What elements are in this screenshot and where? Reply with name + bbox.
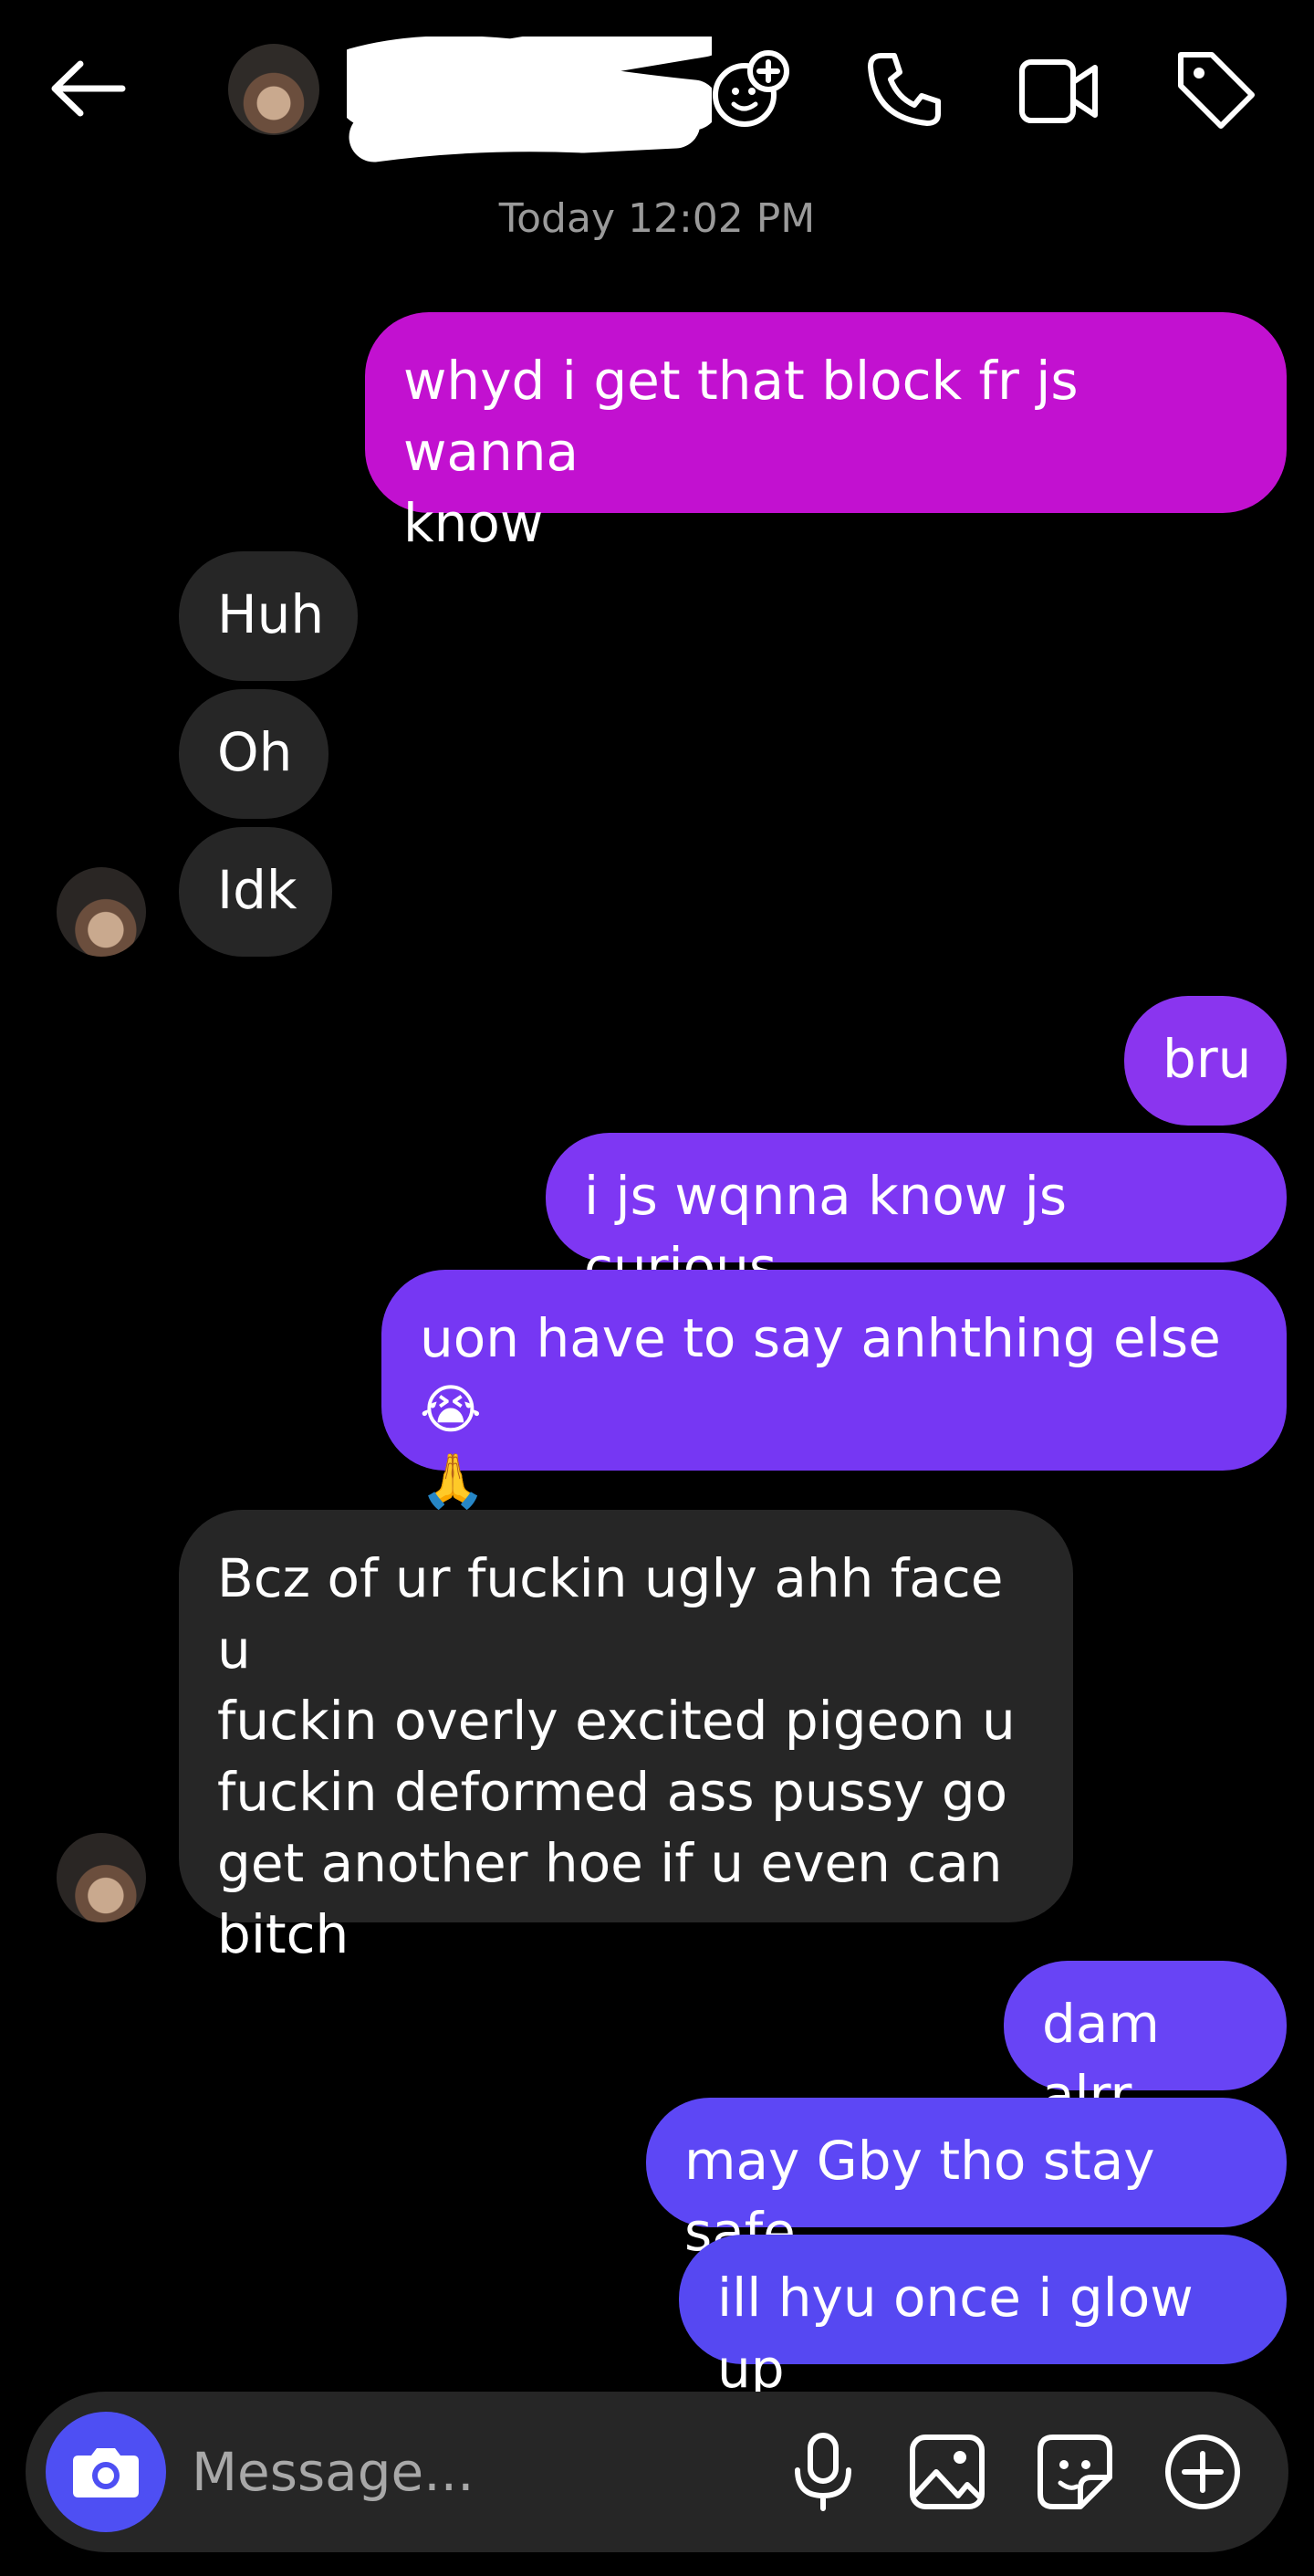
message-out[interactable]: uon have to say anhthing else😭 🙏 [381, 1270, 1287, 1512]
gallery-icon[interactable] [907, 2432, 987, 2512]
message-out[interactable]: i js wqnna know js curious [546, 1133, 1287, 1298]
tag-icon[interactable] [1173, 47, 1257, 131]
message-out[interactable]: ill hyu once i glow up [679, 2235, 1287, 2400]
effects-icon[interactable] [710, 47, 792, 130]
video-icon[interactable] [1018, 57, 1100, 126]
camera-icon [73, 2448, 139, 2497]
message-in[interactable]: Idk [179, 827, 332, 957]
plus-icon[interactable] [1163, 2432, 1243, 2512]
sticker-icon[interactable] [1035, 2432, 1115, 2512]
message-out[interactable]: may Gby tho stay safe [646, 2098, 1287, 2263]
avatar[interactable] [228, 44, 319, 135]
timestamp: Today 12:02 PM [498, 195, 816, 242]
camera-button[interactable] [46, 2412, 166, 2532]
avatar[interactable] [57, 867, 146, 957]
message-out[interactable]: bru [1124, 996, 1287, 1126]
message-composer: Message... [26, 2392, 1288, 2552]
message-in[interactable]: Bcz of ur fuckin ugly ahh face u fuckin … [179, 1510, 1073, 1965]
avatar[interactable] [57, 1833, 146, 1922]
message-out[interactable]: whyd i get that block fr js wanna know [365, 312, 1287, 554]
message-out[interactable]: dam alrr [1004, 1961, 1287, 2126]
message-in[interactable]: Oh [179, 689, 328, 819]
header [0, 0, 1314, 183]
microphone-icon[interactable] [787, 2430, 860, 2514]
message-in[interactable]: Huh [179, 551, 358, 681]
redacted-contact-name[interactable] [330, 6, 728, 162]
back-arrow-icon[interactable] [47, 57, 130, 120]
phone-icon[interactable] [865, 50, 944, 129]
message-input[interactable]: Message... [192, 2437, 474, 2507]
